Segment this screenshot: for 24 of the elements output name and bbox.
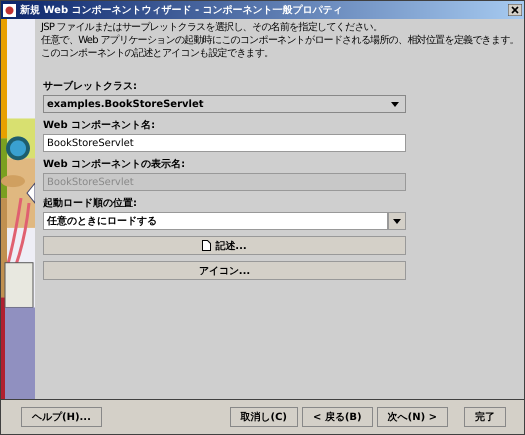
- wizard-button[interactable]: < 戻る(B): [302, 407, 373, 427]
- field-label: Web コンポーネント名:: [43, 119, 156, 132]
- help-button[interactable]: ヘルプ(H)...: [21, 407, 102, 427]
- instruction-text: JSP ファイルまたはサーブレットクラスを選択し、その名前を指定してください。: [41, 21, 384, 34]
- instruction-text: 任意で、Web アプリケーションの起動時にこのコンポーネントがロードされる場所の、相対位置を定義できます。: [41, 34, 520, 47]
- document-icon: [202, 240, 212, 251]
- wizard-button[interactable]: 次へ(N) >: [376, 407, 448, 427]
- app-icon: [3, 4, 16, 16]
- icon-button[interactable]: アイコン...: [43, 261, 406, 280]
- field-label: サーブレットクラス:: [43, 80, 138, 93]
- dropdown-arrow-icon: [393, 218, 401, 224]
- instruction-text: このコンポーネントの記述とアイコンも設定できます。: [41, 47, 275, 60]
- servlet-class-dropdown[interactable]: examples.BookStoreServlet: [43, 95, 406, 113]
- field-label: Web コンポーネントの表示名:: [43, 158, 186, 171]
- wizard-button[interactable]: 完了: [464, 407, 506, 427]
- dropdown-arrow-icon: [391, 102, 399, 106]
- description-button[interactable]: 記述...: [43, 236, 406, 255]
- window-title: 新規 Web コンポーネントウィザード - コンポーネント一般プロパティ: [20, 3, 344, 17]
- dropdown-button[interactable]: [388, 212, 406, 230]
- field-label: 起動ロード順の位置:: [43, 197, 138, 210]
- close-icon[interactable]: [508, 4, 522, 16]
- text-field[interactable]: BookStoreServlet: [43, 134, 406, 152]
- wizard-button[interactable]: 取消し(C): [230, 407, 298, 427]
- combo-field[interactable]: 任意のときにロードする: [43, 212, 388, 230]
